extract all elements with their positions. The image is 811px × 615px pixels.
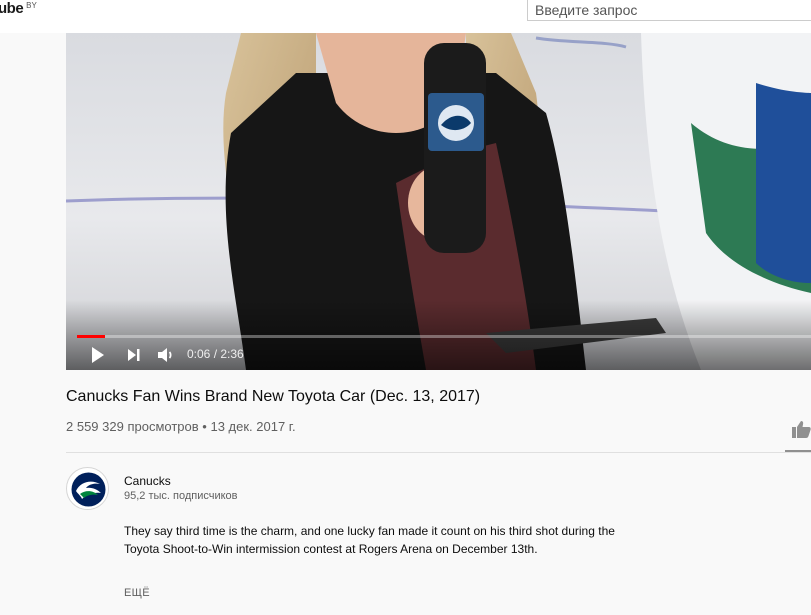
divider	[66, 452, 811, 453]
masthead: ube BY	[0, 0, 811, 33]
channel-avatar[interactable]	[66, 467, 109, 510]
logo-text: ube	[0, 0, 24, 17]
next-button[interactable]	[124, 343, 144, 367]
play-icon	[92, 347, 104, 363]
video-description: They say third time is the charm, and on…	[124, 522, 684, 558]
play-button[interactable]	[88, 343, 108, 367]
meta-separator: •	[202, 419, 207, 434]
publish-date: 13 дек. 2017 г.	[210, 419, 296, 434]
show-more-button[interactable]: ЕЩЁ	[124, 587, 150, 599]
volume-icon	[158, 348, 172, 362]
video-player[interactable]: 0:06 / 2:36	[66, 33, 811, 370]
channel-name[interactable]: Canucks	[124, 474, 171, 488]
view-count: 2 559 329 просмотров	[66, 419, 199, 434]
search-box[interactable]	[527, 0, 811, 21]
volume-button[interactable]	[155, 343, 177, 367]
description-line: Toyota Shoot-to-Win intermission contest…	[124, 542, 538, 556]
progress-bar[interactable]	[77, 335, 811, 338]
time-current: 0:06	[187, 347, 211, 361]
description-line: They say third time is the charm, and on…	[124, 524, 615, 538]
thumbs-up-icon	[792, 421, 811, 438]
video-meta: 2 559 329 просмотров • 13 дек. 2017 г.	[66, 419, 296, 434]
video-title: Canucks Fan Wins Brand New Toyota Car (D…	[66, 388, 481, 405]
next-icon	[128, 349, 140, 361]
time-total: 2:36	[220, 347, 244, 361]
time-display: 0:06 / 2:36	[187, 347, 244, 361]
subscriber-count: 95,2 тыс. подписчиков	[124, 490, 238, 502]
canucks-logo	[67, 468, 108, 509]
youtube-logo[interactable]: ube BY	[0, 0, 37, 24]
progress-fill	[77, 335, 105, 338]
logo-country-code: BY	[26, 1, 37, 10]
player-controls: 0:06 / 2:36	[66, 343, 811, 367]
search-input[interactable]	[528, 0, 811, 20]
like-button[interactable]	[792, 420, 811, 438]
time-separator: /	[210, 347, 221, 361]
